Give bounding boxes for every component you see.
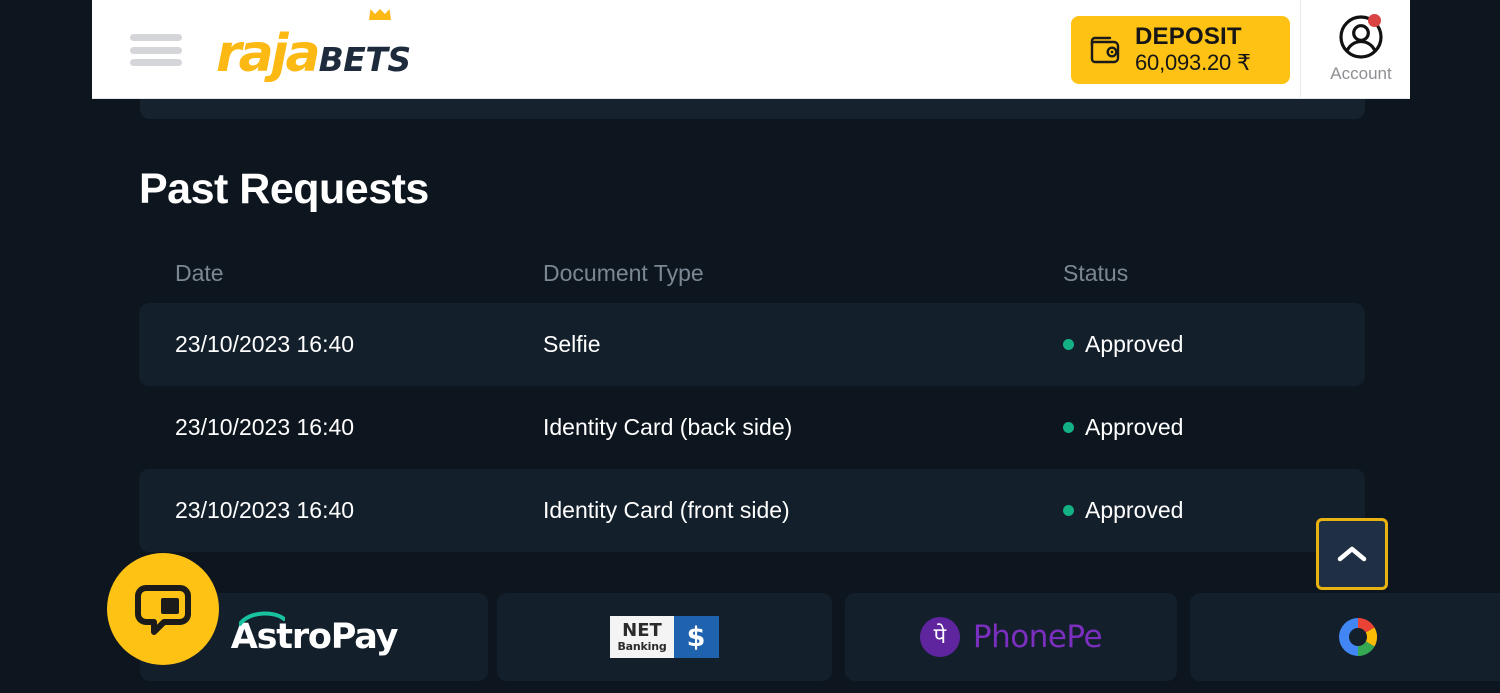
cell-document-type: Identity Card (front side) bbox=[543, 497, 790, 523]
deposit-balance: 60,093.20 ₹ bbox=[1135, 50, 1251, 76]
table-row[interactable]: 23/10/2023 16:40 Identity Card (front si… bbox=[139, 469, 1365, 552]
hamburger-bar bbox=[130, 59, 182, 66]
account-label: Account bbox=[1330, 64, 1392, 83]
phonepe-mark-icon: पे bbox=[919, 617, 960, 657]
column-header-status: Status bbox=[1063, 259, 1129, 286]
status-dot-icon bbox=[1063, 422, 1074, 433]
payment-methods-carousel: AstroPay NET Banking $ पे PhonePe bbox=[0, 593, 1500, 693]
table-header-row: Date Document Type Status bbox=[139, 243, 1365, 303]
cell-document-type: Selfie bbox=[543, 331, 601, 357]
column-header-document-type: Document Type bbox=[543, 259, 704, 286]
table-row[interactable]: 23/10/2023 16:40 Identity Card (back sid… bbox=[139, 386, 1365, 469]
chat-bubble-icon bbox=[135, 585, 191, 635]
cell-document-type: Identity Card (back side) bbox=[543, 414, 793, 440]
payment-tile-googlepay[interactable] bbox=[1190, 593, 1500, 681]
netbanking-logo-text-bottom: Banking bbox=[617, 639, 667, 653]
status-badge: Approved bbox=[1085, 414, 1184, 440]
header-divider bbox=[1300, 0, 1301, 99]
phonepe-logo: पे PhonePe bbox=[919, 617, 1103, 657]
account-button[interactable]: Account bbox=[1317, 14, 1405, 86]
wallet-icon bbox=[1090, 36, 1120, 64]
account-avatar-icon bbox=[1338, 14, 1384, 60]
astropay-logo: AstroPay bbox=[231, 611, 398, 657]
hamburger-bar bbox=[130, 34, 182, 41]
hamburger-bar bbox=[130, 46, 182, 54]
brand-name-secondary: BETS bbox=[318, 40, 411, 79]
table-row[interactable]: 23/10/2023 16:40 Selfie Approved bbox=[139, 303, 1365, 386]
payment-tile-netbanking[interactable]: NET Banking $ bbox=[497, 593, 832, 681]
cell-status: Approved bbox=[1063, 331, 1323, 358]
status-badge: Approved bbox=[1085, 331, 1184, 357]
hamburger-menu-icon[interactable] bbox=[130, 31, 182, 69]
status-dot-icon bbox=[1063, 339, 1074, 350]
chevron-up-icon bbox=[1337, 546, 1367, 562]
cell-date: 23/10/2023 16:40 bbox=[175, 331, 355, 357]
cell-status: Approved bbox=[1063, 414, 1323, 441]
scroll-to-top-button[interactable] bbox=[1316, 518, 1388, 590]
payment-tile-phonepe[interactable]: पे PhonePe bbox=[845, 593, 1177, 681]
astropay-swoosh-icon bbox=[238, 611, 285, 626]
chat-widget-button[interactable] bbox=[107, 553, 219, 665]
googlepay-logo-icon bbox=[1333, 612, 1383, 662]
page-root: raja BETS DEPOSIT 60,093.20 ₹ Account Pa… bbox=[0, 0, 1500, 693]
brand-name-primary: raja bbox=[216, 24, 321, 84]
netbanking-logo-text-top: NET bbox=[622, 620, 662, 642]
cell-date: 23/10/2023 16:40 bbox=[175, 414, 355, 440]
netbanking-dollar-icon: $ bbox=[673, 616, 719, 658]
cell-status: Approved bbox=[1063, 497, 1323, 524]
page-title: Past Requests bbox=[139, 165, 429, 213]
cell-date: 23/10/2023 16:40 bbox=[175, 497, 355, 523]
crown-icon bbox=[368, 9, 391, 20]
notification-dot bbox=[1368, 14, 1381, 27]
netbanking-logo: NET Banking $ bbox=[610, 616, 719, 658]
column-header-date: Date bbox=[175, 259, 224, 286]
deposit-label: DEPOSIT bbox=[1135, 23, 1242, 51]
status-badge: Approved bbox=[1085, 497, 1184, 523]
phonepe-logo-text: PhonePe bbox=[972, 619, 1103, 655]
status-dot-icon bbox=[1063, 505, 1074, 516]
deposit-button[interactable]: DEPOSIT 60,093.20 ₹ bbox=[1071, 16, 1290, 84]
brand-logo[interactable]: raja BETS bbox=[216, 9, 411, 84]
partial-content-card bbox=[140, 99, 1365, 119]
site-header: raja BETS DEPOSIT 60,093.20 ₹ Account bbox=[92, 0, 1410, 99]
past-requests-table: Date Document Type Status 23/10/2023 16:… bbox=[139, 243, 1365, 552]
